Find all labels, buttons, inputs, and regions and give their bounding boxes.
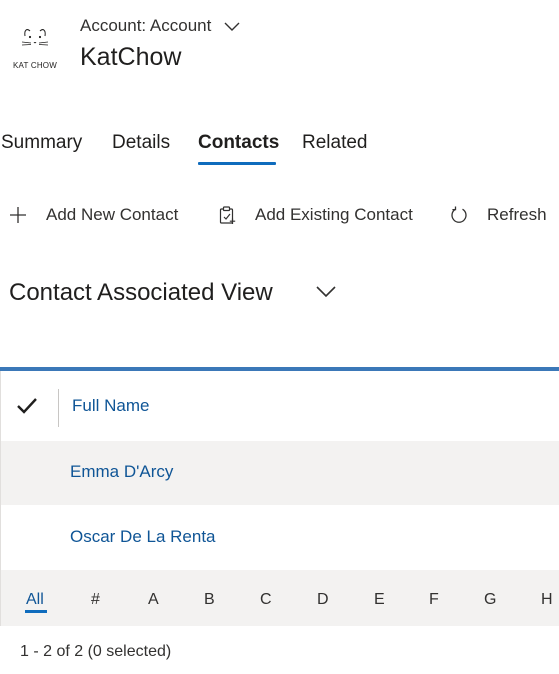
jump-g[interactable]: G xyxy=(484,591,496,609)
view-selector-title[interactable]: Contact Associated View xyxy=(9,279,273,307)
jump-a[interactable]: A xyxy=(148,591,159,609)
account-logo: KAT CHOW xyxy=(8,24,62,76)
refresh-icon xyxy=(449,205,469,225)
jump-d[interactable]: D xyxy=(317,591,329,609)
add-new-contact-button[interactable]: Add New Contact xyxy=(8,202,178,228)
jump-h[interactable]: H xyxy=(541,591,553,609)
table-row[interactable]: Emma D'Arcy xyxy=(1,441,559,505)
cat-icon xyxy=(21,29,49,46)
select-all-checkmark-icon[interactable] xyxy=(16,396,38,416)
jump-f[interactable]: F xyxy=(429,591,439,609)
view-selector-chevron-down-icon[interactable] xyxy=(315,284,337,300)
add-existing-contact-label: Add Existing Contact xyxy=(255,205,413,224)
jump-all[interactable]: All xyxy=(26,591,44,609)
tab-contacts[interactable]: Contacts xyxy=(198,132,279,154)
tab-details[interactable]: Details xyxy=(112,132,170,154)
clipboard-add-icon xyxy=(217,205,237,225)
record-type-selector[interactable]: Account: Account xyxy=(80,16,240,37)
logo-text: KAT CHOW xyxy=(13,61,57,70)
contact-name-link[interactable]: Oscar De La Renta xyxy=(70,527,216,547)
column-header-full-name[interactable]: Full Name xyxy=(72,396,149,416)
refresh-label: Refresh xyxy=(487,205,547,224)
grid-top-bar xyxy=(0,367,559,371)
plus-icon xyxy=(8,205,28,225)
tab-summary[interactable]: Summary xyxy=(1,132,82,154)
chevron-down-icon xyxy=(224,17,240,37)
jump-bar: All # A B C D E F G H xyxy=(1,570,559,626)
jump-hash[interactable]: # xyxy=(91,591,100,609)
tab-related[interactable]: Related xyxy=(302,132,368,154)
column-separator xyxy=(58,389,59,427)
contact-name-link[interactable]: Emma D'Arcy xyxy=(70,462,173,482)
active-tab-indicator xyxy=(198,162,276,165)
jump-c[interactable]: C xyxy=(260,591,272,609)
refresh-button[interactable]: Refresh xyxy=(449,202,547,228)
record-type-label: Account: Account xyxy=(80,16,212,35)
jump-e[interactable]: E xyxy=(374,591,385,609)
jump-selected-indicator xyxy=(25,610,47,613)
record-title: KatChow xyxy=(80,43,182,71)
table-row[interactable]: Oscar De La Renta xyxy=(1,506,559,570)
jump-b[interactable]: B xyxy=(204,591,215,609)
record-count-status: 1 - 2 of 2 (0 selected) xyxy=(20,643,172,660)
add-new-contact-label: Add New Contact xyxy=(46,205,179,224)
add-existing-contact-button[interactable]: Add Existing Contact xyxy=(217,202,413,228)
